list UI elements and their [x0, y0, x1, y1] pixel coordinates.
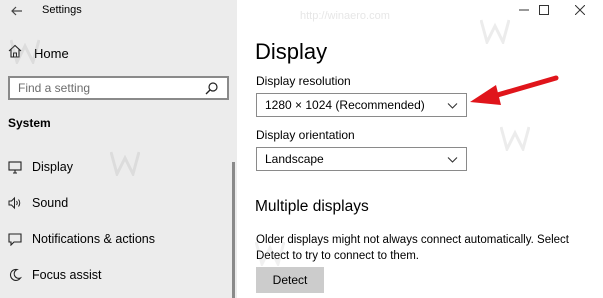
nav-home[interactable]: Home	[8, 43, 208, 63]
sidebar-item-label: Notifications & actions	[32, 232, 155, 246]
sidebar-item-display[interactable]: Display	[8, 157, 228, 177]
multiple-displays-heading: Multiple displays	[255, 198, 369, 215]
moon-icon	[8, 268, 22, 282]
settings-content: Display Display resolution 1280 × 1024 (…	[237, 0, 603, 298]
section-heading-system: System	[8, 116, 51, 130]
back-arrow-icon[interactable]	[8, 2, 26, 20]
search-placeholder: Find a setting	[18, 81, 91, 95]
page-title: Display	[255, 39, 328, 64]
notification-icon	[8, 232, 22, 247]
navigation-pane: Settings Home Find a setting System Disp…	[0, 0, 237, 298]
maximize-icon[interactable]	[527, 0, 561, 20]
sidebar-item-label: Sound	[32, 196, 69, 210]
home-icon	[8, 44, 22, 63]
resolution-label: Display resolution	[256, 74, 351, 88]
orientation-value: Landscape	[265, 152, 324, 166]
sidebar-item-label: Focus assist	[32, 268, 102, 282]
monitor-icon	[8, 160, 22, 174]
nav-scrollbar[interactable]	[232, 162, 235, 298]
detect-button[interactable]: Detect	[256, 267, 324, 293]
orientation-dropdown[interactable]: Landscape	[256, 147, 467, 171]
sidebar-item-notifications[interactable]: Notifications & actions	[8, 229, 228, 249]
search-icon	[205, 81, 219, 95]
close-icon[interactable]	[563, 0, 597, 20]
annotation-arrow-icon	[470, 75, 559, 105]
chevron-down-icon	[447, 100, 458, 111]
nav-home-label: Home	[34, 45, 69, 61]
chevron-down-icon	[447, 154, 458, 165]
orientation-label: Display orientation	[256, 128, 355, 142]
resolution-value: 1280 × 1024 (Recommended)	[265, 98, 425, 112]
sidebar-item-label: Display	[32, 160, 73, 174]
sidebar-item-sound[interactable]: Sound	[8, 193, 228, 213]
sidebar-item-focus-assist[interactable]: Focus assist	[8, 265, 228, 285]
multiple-displays-description: Older displays might not always connect …	[256, 234, 569, 262]
speaker-icon	[8, 196, 22, 210]
app-title: Settings	[42, 4, 82, 16]
resolution-dropdown[interactable]: 1280 × 1024 (Recommended)	[256, 93, 467, 117]
search-input[interactable]: Find a setting	[8, 76, 229, 100]
